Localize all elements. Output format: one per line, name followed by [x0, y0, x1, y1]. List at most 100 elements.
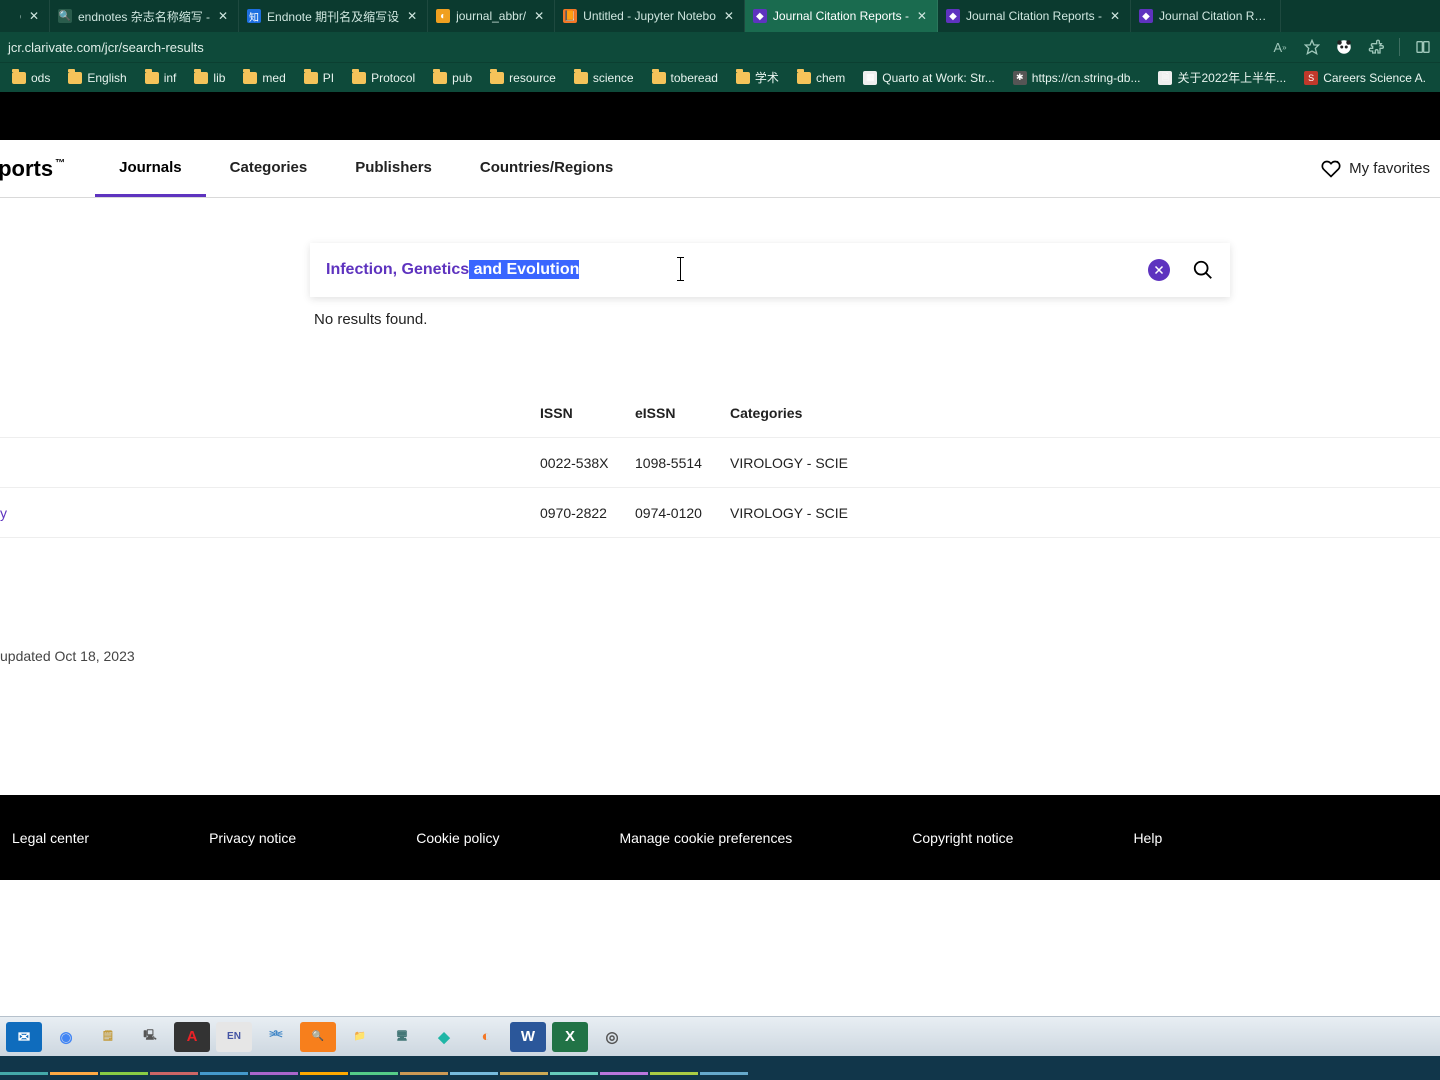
footer-link[interactable]: Copyright notice [912, 830, 1013, 846]
tab-close-button[interactable]: ✕ [405, 9, 419, 23]
bookmark-item[interactable]: SCareers Science A. [1298, 69, 1432, 87]
strip-cell [300, 1072, 348, 1075]
table-row[interactable]: 0022-538X 1098-5514 VIROLOGY - SCIE [0, 438, 1440, 488]
split-screen-icon[interactable] [1414, 38, 1432, 56]
tab-close-button[interactable]: ✕ [216, 9, 230, 23]
bookmark-item[interactable]: science [568, 69, 640, 87]
tab-close-button[interactable]: ✕ [722, 9, 736, 23]
bookmark-item[interactable]: Protocol [346, 69, 421, 87]
extension-panda-icon[interactable] [1335, 38, 1353, 56]
browser-tab[interactable]: ◐ journal_abbr/ ✕ [428, 0, 555, 32]
folder-icon [12, 72, 26, 84]
bookmark-item[interactable]: PI [298, 69, 340, 87]
tab-title: Untitled - Jupyter Notebo [583, 9, 716, 23]
header-issn[interactable]: ISSN [540, 405, 635, 421]
tab-close-button[interactable]: ✕ [915, 9, 929, 23]
search-button[interactable] [1192, 259, 1214, 281]
taskbar-word-icon[interactable]: W [510, 1022, 546, 1052]
footer-link[interactable]: Manage cookie preferences [619, 830, 792, 846]
taskbar-excel-icon[interactable]: X [552, 1022, 588, 1052]
taskbar-pycharm-icon[interactable]: ◆ [426, 1022, 462, 1052]
clear-search-button[interactable] [1148, 259, 1170, 281]
browser-tab[interactable]: c of t ✕ [0, 0, 50, 32]
url-bar: jcr.clarivate.com/jcr/search-results A» [0, 32, 1440, 62]
footer-link[interactable]: Legal center [12, 830, 89, 846]
footer-link[interactable]: Privacy notice [209, 830, 296, 846]
footer-link[interactable]: Help [1133, 830, 1162, 846]
taskbar-mail-icon[interactable]: ✉ [6, 1022, 42, 1052]
separator [1399, 38, 1400, 56]
favorite-star-icon[interactable] [1303, 38, 1321, 56]
tab-favicon-icon: ◐ [436, 9, 450, 23]
bookmark-item[interactable]: ▦Quarto at Work: Str... [857, 69, 1000, 87]
taskbar-obs-icon[interactable]: ◎ [594, 1022, 630, 1052]
nav-item-countriesregions[interactable]: Countries/Regions [456, 140, 637, 197]
taskbar-endnote-icon[interactable]: EN [216, 1022, 252, 1052]
bookmark-item[interactable]: ✱https://cn.string-db... [1007, 69, 1147, 87]
browser-tab[interactable]: 🔍 endnotes 杂志名称缩写 - ✕ [50, 0, 239, 32]
table-row[interactable]: y 0970-2822 0974-0120 VIROLOGY - SCIE [0, 488, 1440, 538]
read-aloud-icon[interactable]: A» [1271, 38, 1289, 56]
tab-favicon-icon: ◆ [753, 9, 767, 23]
url-text[interactable]: jcr.clarivate.com/jcr/search-results [8, 40, 1261, 55]
my-favorites-link[interactable]: My favorites [1321, 140, 1440, 197]
folder-icon [574, 72, 588, 84]
browser-tab[interactable]: ◆ Journal Citation Reports - ✕ [938, 0, 1131, 32]
bookmark-item[interactable]: toberead [646, 69, 724, 87]
tab-favicon-icon: 📙 [563, 9, 577, 23]
browser-tab[interactable]: ◆ Journal Citation Reports - [1131, 0, 1281, 32]
bookmark-label: 关于2022年上半年... [1177, 69, 1286, 86]
search-box[interactable]: Infection, Genetics and Evolution [310, 243, 1230, 297]
bottom-strip [0, 1056, 1440, 1080]
bookmark-label: English [87, 71, 126, 85]
taskbar-db-icon[interactable]: 🖥 [384, 1022, 420, 1052]
taskbar-chrome-icon[interactable]: ◉ [48, 1022, 84, 1052]
bookmark-item[interactable]: resource [484, 69, 562, 87]
bookmark-item[interactable]: med [237, 69, 291, 87]
taskbar-jupyter-icon[interactable]: ◐ [468, 1022, 504, 1052]
browser-tab[interactable]: 📙 Untitled - Jupyter Notebo ✕ [555, 0, 745, 32]
bookmark-label: lib [213, 71, 225, 85]
bookmark-item[interactable]: English [62, 69, 132, 87]
bookmark-item[interactable]: ods [6, 69, 56, 87]
tab-favicon-icon: 🔍 [58, 9, 72, 23]
bookmark-label: Protocol [371, 71, 415, 85]
nav-item-journals[interactable]: Journals [95, 140, 206, 197]
windows-taskbar: ✉◉🗒🖳AEN⎃🔍📁🖥◆◐WX◎ [0, 1016, 1440, 1056]
bookmark-item[interactable]: pub [427, 69, 478, 87]
folder-icon [68, 72, 82, 84]
taskbar-terminal-icon[interactable]: 🖳 [132, 1022, 168, 1052]
search-input[interactable]: Infection, Genetics and Evolution [326, 261, 579, 279]
tab-title: endnotes 杂志名称缩写 - [78, 8, 210, 25]
browser-tab[interactable]: 知 Endnote 期刊名及缩写设 ✕ [239, 0, 428, 32]
taskbar-gene-icon[interactable]: ⎃ [258, 1022, 294, 1052]
nav-item-categories[interactable]: Categories [206, 140, 332, 197]
strip-cell [550, 1072, 598, 1075]
header-eissn[interactable]: eISSN [635, 405, 730, 421]
browser-tab[interactable]: ◆ Journal Citation Reports - ✕ [745, 0, 938, 32]
taskbar-note-icon[interactable]: 🗒 [90, 1022, 126, 1052]
bookmark-label: PI [323, 71, 334, 85]
tab-title: Journal Citation Reports - [773, 9, 909, 23]
bookmark-item[interactable]: 学术 [730, 67, 785, 88]
site-logo[interactable]: Reports™ [0, 140, 95, 197]
tab-close-button[interactable]: ✕ [532, 9, 546, 23]
taskbar-everything-icon[interactable]: 🔍 [300, 1022, 336, 1052]
extensions-icon[interactable] [1367, 38, 1385, 56]
footer-link[interactable]: Cookie policy [416, 830, 499, 846]
bookmark-item[interactable]: lib [188, 69, 231, 87]
bookmark-item[interactable]: chem [791, 69, 851, 87]
cell-issn: 0970-2822 [540, 505, 635, 521]
header-categories[interactable]: Categories [730, 405, 1440, 421]
bookmark-item[interactable]: inf [139, 69, 183, 87]
taskbar-adobe-icon[interactable]: A [174, 1022, 210, 1052]
folder-icon [797, 72, 811, 84]
bookmark-label: Quarto at Work: Str... [882, 71, 994, 85]
bookmark-item[interactable]: 🗎关于2022年上半年... [1152, 67, 1292, 88]
tab-close-button[interactable]: ✕ [27, 9, 41, 23]
heart-icon [1321, 159, 1341, 179]
taskbar-explorer-icon[interactable]: 📁 [342, 1022, 378, 1052]
nav-item-publishers[interactable]: Publishers [331, 140, 456, 197]
tab-close-button[interactable]: ✕ [1108, 9, 1122, 23]
cell-journal[interactable]: y [0, 505, 540, 521]
